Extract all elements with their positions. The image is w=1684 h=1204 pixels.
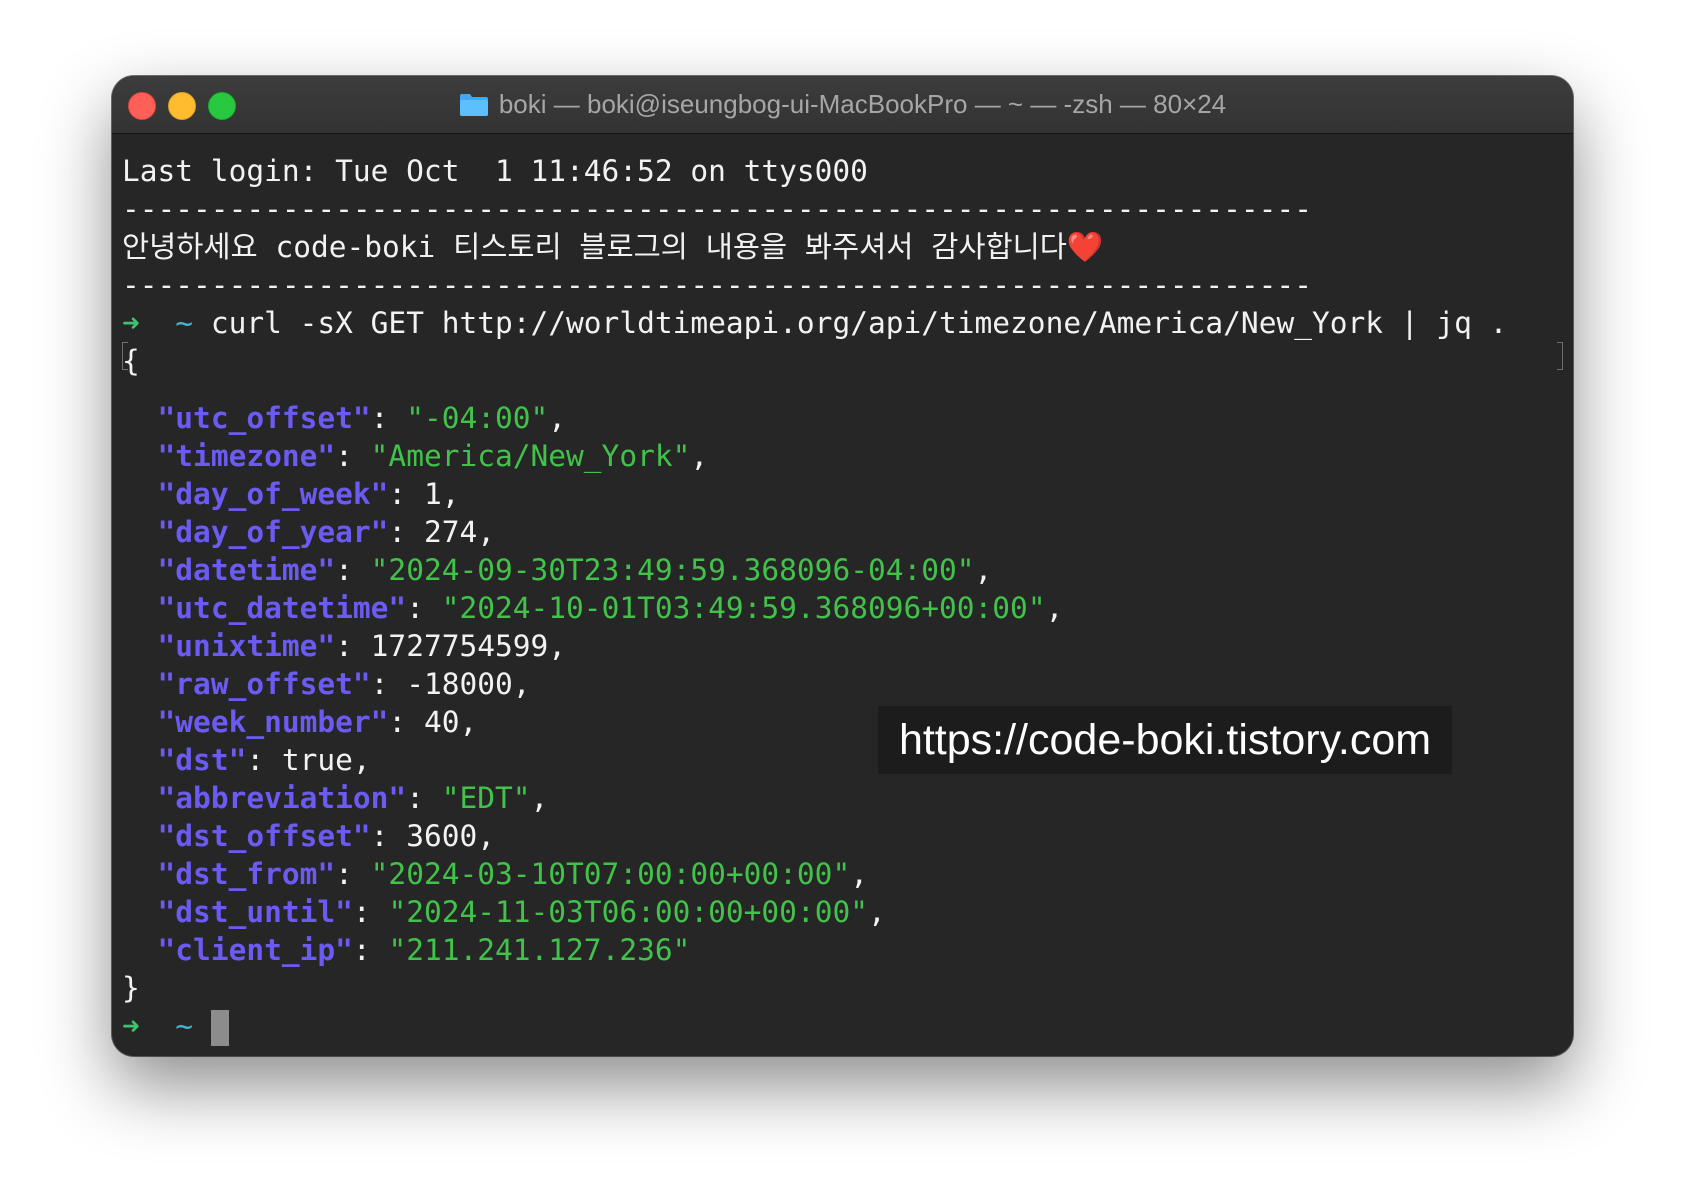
prompt-dir: ~	[175, 306, 194, 340]
json-key: "unixtime"	[157, 629, 336, 663]
greeting-text: 안녕하세요 code-boki 티스토리 블로그의 내용을 봐주셔서 감사합니다	[122, 230, 1067, 264]
json-value: "2024-03-10T07:00:00+00:00"	[370, 857, 851, 891]
json-close-brace: }	[122, 971, 140, 1005]
json-key: "day_of_year"	[157, 515, 389, 549]
terminal-output[interactable]: Last login: Tue Oct 1 11:46:52 on ttys00…	[122, 133, 1563, 1056]
login-line: Last login: Tue Oct 1 11:46:52 on ttys00…	[122, 154, 868, 188]
command-line: ➜ ~ curl -sX GET http://worldtimeapi.org…	[122, 304, 1563, 342]
divider-top: ----------------------------------------…	[122, 192, 1312, 226]
heart-icon: ❤️	[1066, 230, 1104, 264]
prompt-dir: ~	[175, 1009, 194, 1043]
json-key: "dst_from"	[157, 857, 336, 891]
greeting-line: 안녕하세요 code-boki 티스토리 블로그의 내용을 봐주셔서 감사합니다…	[122, 228, 1563, 266]
json-key: "dst_until"	[157, 895, 353, 929]
json-key: "utc_datetime"	[157, 591, 407, 625]
json-value: 1727754599	[370, 629, 549, 663]
json-entry: "day_of_year": 274,	[157, 515, 496, 549]
json-entry: "abbreviation": "EDT",	[157, 781, 549, 815]
json-key: "dst"	[157, 743, 247, 777]
json-value: "-04:00"	[406, 401, 549, 435]
json-body: "utc_offset": "-04:00", "timezone": "Ame…	[122, 399, 1563, 969]
json-value: -18000	[406, 667, 513, 701]
watermark-url: https://code-boki.tistory.com	[878, 706, 1452, 774]
json-key: "client_ip"	[157, 933, 353, 967]
json-value: 274	[423, 515, 478, 549]
json-key: "utc_offset"	[157, 401, 371, 435]
json-entry: "utc_datetime": "2024-10-01T03:49:59.368…	[157, 591, 1064, 625]
terminal-window: boki — boki@iseungbog-ui-MacBookPro — ~ …	[112, 76, 1573, 1056]
window-title-text: boki — boki@iseungbog-ui-MacBookPro — ~ …	[498, 89, 1227, 119]
json-entry: "datetime": "2024-09-30T23:49:59.368096-…	[157, 553, 993, 587]
json-entry: "dst_from": "2024-03-10T07:00:00+00:00",	[157, 857, 868, 891]
json-entry: "raw_offset": -18000,	[157, 667, 531, 701]
window-title: boki — boki@iseungbog-ui-MacBookPro — ~ …	[112, 76, 1573, 133]
json-entry: "utc_offset": "-04:00",	[157, 401, 567, 435]
json-key: "day_of_week"	[157, 477, 389, 511]
json-entry: "unixtime": 1727754599,	[157, 629, 567, 663]
json-value: 1	[423, 477, 442, 511]
json-entry: "day_of_week": 1,	[157, 477, 460, 511]
json-value: "America/New_York"	[370, 439, 691, 473]
json-value: 3600	[406, 819, 478, 853]
json-value: "2024-09-30T23:49:59.368096-04:00"	[370, 553, 975, 587]
json-key: "datetime"	[157, 553, 336, 587]
json-entry: "dst_offset": 3600,	[157, 819, 496, 853]
json-value: "EDT"	[441, 781, 531, 815]
json-key: "timezone"	[157, 439, 336, 473]
divider-bottom: ----------------------------------------…	[122, 268, 1312, 302]
title-bar[interactable]: boki — boki@iseungbog-ui-MacBookPro — ~ …	[112, 76, 1573, 134]
json-key: "week_number"	[157, 705, 389, 739]
json-entry: "timezone": "America/New_York",	[157, 439, 709, 473]
mark-bracket-right	[1557, 342, 1563, 370]
json-open-brace: {	[122, 344, 140, 378]
mark-bracket-left	[122, 342, 128, 370]
folder-icon	[459, 94, 488, 116]
prompt-arrow-icon: ➜	[122, 1009, 140, 1043]
json-value: "2024-11-03T06:00:00+00:00"	[388, 895, 868, 929]
command-text: curl -sX GET http://worldtimeapi.org/api…	[210, 306, 1508, 340]
text-cursor	[210, 1009, 229, 1046]
json-key: "dst_offset"	[157, 819, 371, 853]
json-entry: "dst_until": "2024-11-03T06:00:00+00:00"…	[157, 895, 886, 929]
json-value: 40	[423, 705, 460, 739]
json-entry: "client_ip": "211.241.127.236"	[157, 933, 691, 967]
json-key: "abbreviation"	[157, 781, 407, 815]
prompt-arrow-icon: ➜	[122, 306, 140, 340]
json-key: "raw_offset"	[157, 667, 371, 701]
json-value: "211.241.127.236"	[388, 933, 691, 967]
json-value: true	[281, 743, 353, 777]
prompt-line[interactable]: ➜ ~	[122, 1007, 1563, 1046]
json-value: "2024-10-01T03:49:59.368096+00:00"	[441, 591, 1046, 625]
